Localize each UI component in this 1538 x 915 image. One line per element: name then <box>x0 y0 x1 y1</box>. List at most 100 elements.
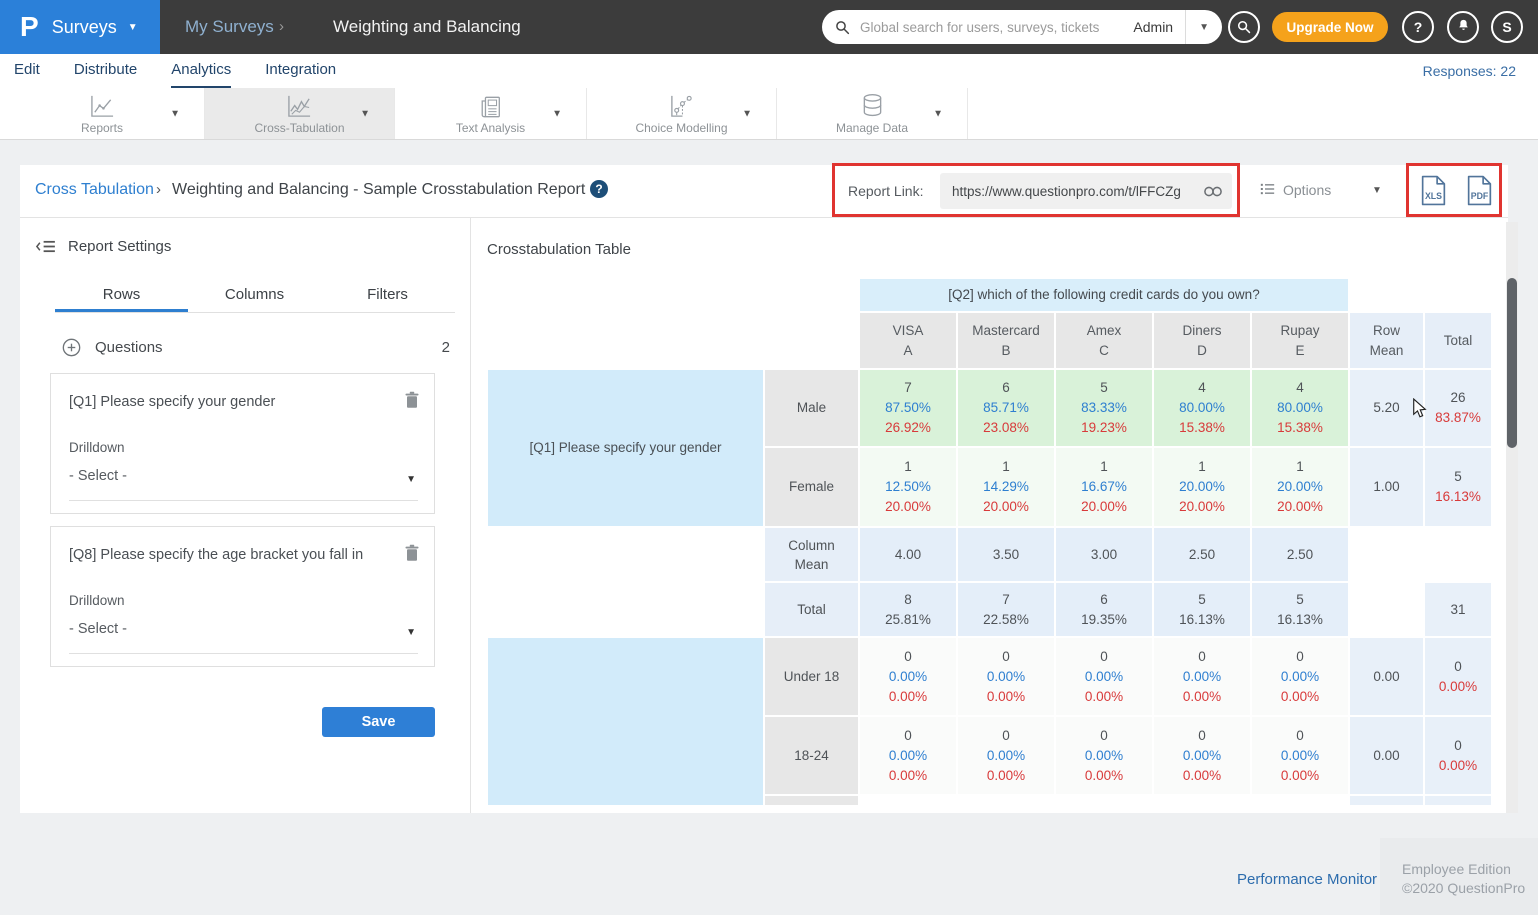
tab-filters[interactable]: Filters <box>321 279 454 312</box>
row-mean-header: RowMean <box>1350 313 1423 368</box>
toolbar-item-label: Choice Modelling <box>635 121 727 135</box>
export-xls-button[interactable]: XLS <box>1420 175 1447 211</box>
chevron-down-icon[interactable]: ▼ <box>742 108 752 119</box>
chevron-down-icon: ▼ <box>406 627 416 638</box>
surveys-product-switcher[interactable]: P Surveys ▼ <box>0 0 160 54</box>
save-button[interactable]: Save <box>322 707 435 737</box>
questionpro-app: P Surveys ▼ My Surveys › Weighting and B… <box>0 0 1538 915</box>
toolbar-item-manage-data[interactable]: Manage Data ▼ <box>777 88 968 139</box>
trash-icon[interactable] <box>404 544 420 567</box>
data-cell: 516.13% <box>1154 583 1250 636</box>
data-cell: 112.50%20.00% <box>860 448 956 526</box>
nav-item-integration[interactable]: Integration <box>265 54 336 88</box>
options-label: Options <box>1283 182 1331 198</box>
report-settings-header: Report Settings <box>35 238 171 255</box>
nav-item-analytics[interactable]: Analytics <box>171 54 231 88</box>
crosstab-title: Crosstabulation Table <box>487 241 631 258</box>
tab-columns[interactable]: Columns <box>188 279 321 312</box>
row-header-partial <box>765 796 858 805</box>
breadcrumb-my-surveys[interactable]: My Surveys <box>185 0 274 54</box>
data-cell: 787.50%26.92% <box>860 370 956 446</box>
link-icon[interactable] <box>1204 186 1232 197</box>
chevron-down-icon[interactable]: ▼ <box>360 108 370 119</box>
data-cell <box>860 796 956 805</box>
chevron-down-icon[interactable]: ▼ <box>1372 185 1382 196</box>
row-header-female: Female <box>765 448 858 526</box>
svg-text:PDF: PDF <box>1471 191 1489 201</box>
export-pdf-button[interactable]: PDF <box>1466 175 1493 211</box>
search-submit-button[interactable] <box>1228 11 1260 43</box>
data-cell <box>1154 796 1250 805</box>
pdf-file-icon: PDF <box>1466 193 1493 210</box>
row-header-male: Male <box>765 370 858 446</box>
row-mean-cell: 5.20 <box>1350 370 1423 446</box>
data-cell: 00.00%0.00% <box>860 717 956 794</box>
report-help-icon[interactable]: ? <box>590 180 608 198</box>
database-icon <box>861 92 884 119</box>
nav-item-distribute[interactable]: Distribute <box>74 54 137 88</box>
panel-divider <box>470 217 471 813</box>
drilldown-label: Drilldown <box>69 593 125 608</box>
questionpro-logo: P <box>20 0 39 54</box>
edition-label: Employee Edition <box>1402 860 1525 879</box>
upgrade-now-button[interactable]: Upgrade Now <box>1272 12 1388 42</box>
chevron-down-icon[interactable]: ▼ <box>552 108 562 119</box>
svg-text:XLS: XLS <box>1425 191 1442 201</box>
drilldown-select[interactable]: - Select -▼ <box>69 468 418 501</box>
column-group-header: [Q2] which of the following credit cards… <box>860 279 1348 311</box>
question-card: [Q1] Please specify your genderDrilldown… <box>50 373 435 514</box>
nav-tabs: Edit Distribute Analytics Integration <box>0 54 1538 88</box>
table-cell <box>1350 583 1423 636</box>
chevron-down-icon[interactable]: ▼ <box>170 108 180 119</box>
notifications-button[interactable] <box>1447 11 1479 43</box>
help-button[interactable]: ? <box>1402 11 1434 43</box>
search-scope-selector[interactable]: Admin <box>1121 10 1185 44</box>
toolbar-item-text-analysis[interactable]: Text Analysis▼ <box>395 88 587 139</box>
row-total-cell: 516.13% <box>1425 448 1491 526</box>
report-link-url[interactable]: https://www.questionpro.com/t/lFFCZg <box>940 184 1204 199</box>
table-cell <box>488 313 763 368</box>
chevron-down-icon[interactable]: ▼ <box>1185 10 1222 44</box>
nav-item-edit[interactable]: Edit <box>14 54 40 88</box>
search-input[interactable] <box>858 19 1121 36</box>
drilldown-select-value: - Select - <box>69 468 127 484</box>
toolbar-item-reports[interactable]: Reports▼ <box>0 88 205 139</box>
toolbar-item-cross-tabulation[interactable]: Cross-Tabulation▼ <box>205 88 395 139</box>
toolbar-item-choice-modelling[interactable]: Choice Modelling ▼ <box>587 88 777 139</box>
row-header-column-mean: ColumnMean <box>765 528 858 581</box>
table-cell <box>488 583 763 636</box>
table-cell <box>488 528 763 581</box>
search-icon <box>835 20 850 35</box>
questions-count: 2 <box>442 339 454 356</box>
report-header: Cross Tabulation › Weighting and Balanci… <box>20 165 1508 218</box>
bell-icon <box>1456 18 1471 36</box>
performance-monitor-link[interactable]: Performance Monitor <box>1237 871 1377 888</box>
chevron-down-icon[interactable]: ▼ <box>933 108 943 119</box>
drilldown-select[interactable]: - Select -▼ <box>69 621 418 654</box>
cross-tabulation-link[interactable]: Cross Tabulation <box>35 181 154 199</box>
table-cell <box>765 279 858 311</box>
row-total-cell: 00.00% <box>1425 638 1491 715</box>
toolbar-item-label: Manage Data <box>836 121 908 135</box>
data-cell: 825.81% <box>860 583 956 636</box>
scrollbar-thumb[interactable] <box>1507 278 1517 448</box>
collapse-panel-icon[interactable] <box>35 239 56 254</box>
row-mean-cell <box>1350 796 1423 805</box>
data-cell <box>958 796 1054 805</box>
report-link-field[interactable]: https://www.questionpro.com/t/lFFCZg <box>940 173 1232 209</box>
tab-rows[interactable]: Rows <box>55 279 188 312</box>
row-header-under-18: Under 18 <box>765 638 858 715</box>
drilldown-label: Drilldown <box>69 440 125 455</box>
survey-nav: Edit Distribute Analytics Integration Respo… <box>0 54 1538 88</box>
options-button[interactable]: Options <box>1260 182 1331 198</box>
report-settings-title: Report Settings <box>68 238 171 255</box>
trash-icon[interactable] <box>404 391 420 414</box>
question-icon: ? <box>1414 19 1423 35</box>
row-total-cell: 31 <box>1425 583 1491 636</box>
question-text: [Q8] Please specify the age bracket you … <box>69 547 390 563</box>
responses-count[interactable]: Responses: 22 <box>1423 54 1516 88</box>
add-question-icon[interactable] <box>62 338 81 357</box>
data-cell: 2.50 <box>1154 528 1250 581</box>
account-avatar[interactable]: S <box>1491 11 1523 43</box>
question-cards: [Q1] Please specify your genderDrilldown… <box>50 373 435 679</box>
